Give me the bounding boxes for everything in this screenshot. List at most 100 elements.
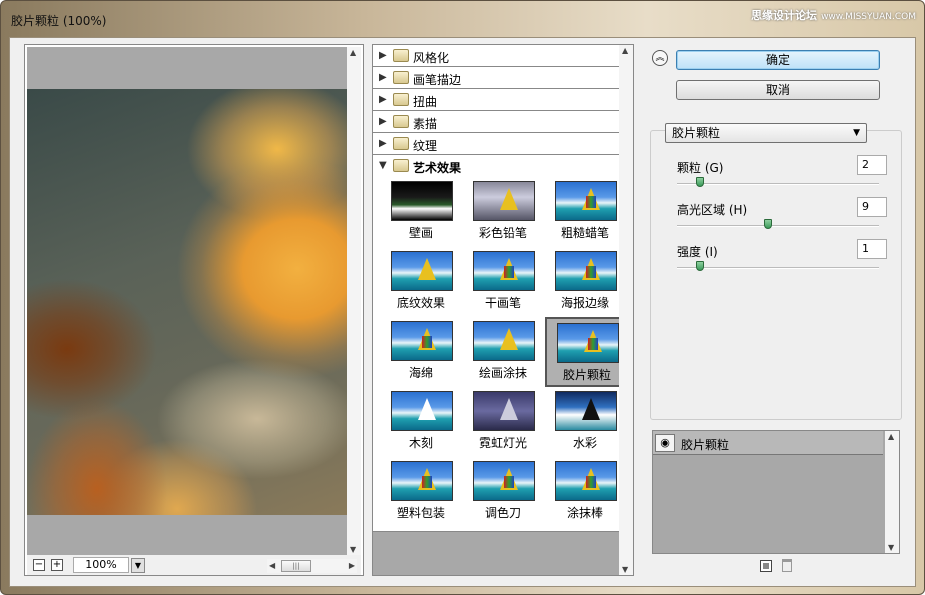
highlight-slider-handle[interactable] — [764, 219, 772, 229]
preview-pane: ▲ ▼ − + 100% ▼ ◀ ||| ▶ — [24, 44, 364, 576]
effect-layer-row[interactable]: ◉ 胶片颗粒 — [653, 431, 883, 455]
filter-colored-pencil[interactable]: 彩色铅笔 — [463, 177, 543, 247]
eye-icon[interactable]: ◉ — [655, 434, 675, 452]
watermark: 思缘设计论坛 www.MISSYUAN.COM — [751, 7, 916, 23]
category-stylize[interactable]: ▶ 风格化 — [373, 45, 633, 67]
settings-panel: ︽ 确定 取消 胶片颗粒 ▼ 颗粒 (G) 2 高光区域 (H) 9 强度 (I… — [642, 44, 912, 584]
chevron-down-icon: ▼ — [853, 128, 860, 138]
category-label: 纹理 — [413, 139, 438, 153]
scroll-down-arrow-icon[interactable]: ▼ — [350, 545, 356, 554]
preview-vertical-scrollbar[interactable]: ▲ ▼ — [347, 47, 361, 555]
scroll-down-arrow-icon[interactable]: ▼ — [622, 565, 628, 574]
filter-settings-group: 胶片颗粒 ▼ 颗粒 (G) 2 高光区域 (H) 9 强度 (I) 1 — [650, 123, 902, 420]
zoom-bar: − + 100% ▼ ◀ ||| ▶ — [27, 555, 361, 575]
zoom-in-button[interactable]: + — [51, 559, 63, 571]
expand-arrow-icon[interactable]: ▶ — [379, 72, 387, 83]
collapse-gallery-icon[interactable]: ︽ — [652, 50, 668, 66]
filter-watercolor[interactable]: 水彩 — [545, 387, 625, 457]
category-texture[interactable]: ▶ 纹理 — [373, 133, 633, 155]
zoom-level-field[interactable]: 100% — [73, 557, 129, 573]
filter-label: 木刻 — [408, 436, 433, 450]
scroll-right-arrow-icon[interactable]: ▶ — [349, 561, 355, 570]
filter-label: 粗糙蜡笔 — [560, 226, 609, 240]
window-title: 胶片颗粒 (100%) — [11, 14, 107, 28]
filter-paint-daubs[interactable]: 绘画涂抹 — [463, 317, 543, 387]
filter-cutout[interactable]: 木刻 — [381, 387, 461, 457]
filter-thumbnail — [391, 181, 453, 221]
folder-icon — [393, 71, 409, 84]
category-label: 扭曲 — [413, 95, 438, 109]
preview-canvas[interactable] — [27, 47, 347, 555]
scroll-thumb[interactable]: ||| — [281, 560, 311, 572]
filter-smudge-stick[interactable]: 涂抹棒 — [545, 457, 625, 527]
param-label: 强度 (I) — [677, 245, 718, 259]
new-effect-layer-icon[interactable] — [760, 560, 772, 572]
filter-label: 干画笔 — [484, 296, 521, 310]
scroll-down-arrow-icon[interactable]: ▼ — [888, 543, 894, 552]
filter-thumbnail — [473, 181, 535, 221]
filter-underpainting[interactable]: 底纹效果 — [381, 247, 461, 317]
intensity-slider-handle[interactable] — [696, 261, 704, 271]
zoom-dropdown-icon[interactable]: ▼ — [131, 558, 145, 573]
category-sketch[interactable]: ▶ 素描 — [373, 111, 633, 133]
filter-thumbnail — [555, 181, 617, 221]
expand-arrow-icon[interactable]: ▶ — [379, 138, 387, 149]
filter-label: 底纹效果 — [396, 296, 445, 310]
category-distort[interactable]: ▶ 扭曲 — [373, 89, 633, 111]
scroll-left-arrow-icon[interactable]: ◀ — [269, 561, 275, 570]
filter-list-scrollbar[interactable]: ▲ ▼ — [619, 45, 633, 575]
filter-list-bottom-area — [373, 531, 619, 575]
filter-thumbnail — [473, 461, 535, 501]
watermark-text: 思缘设计论坛 — [751, 9, 818, 22]
filter-label: 壁画 — [408, 226, 433, 240]
cancel-button[interactable]: 取消 — [676, 80, 880, 100]
highlight-slider-track[interactable] — [677, 225, 879, 227]
filter-thumbnail — [557, 323, 619, 363]
filter-label: 彩色铅笔 — [478, 226, 527, 240]
expand-arrow-icon[interactable]: ▶ — [379, 116, 387, 127]
intensity-slider-track[interactable] — [677, 267, 879, 269]
collapse-arrow-icon[interactable]: ▼ — [379, 160, 387, 171]
scroll-up-arrow-icon[interactable]: ▲ — [622, 46, 628, 55]
dialog-body: ▲ ▼ − + 100% ▼ ◀ ||| ▶ ▶ 风格化 ▶ 画笔描边 ▶ 扭曲… — [9, 37, 916, 587]
grain-slider-track[interactable] — [677, 183, 879, 185]
grain-value-field[interactable]: 2 — [857, 155, 887, 175]
filter-dry-brush[interactable]: 干画笔 — [463, 247, 543, 317]
category-label: 画笔描边 — [413, 73, 462, 87]
ok-button[interactable]: 确定 — [676, 50, 880, 70]
highlight-value-field[interactable]: 9 — [857, 197, 887, 217]
effect-layers-panel: ◉ 胶片颗粒 ▲ ▼ — [652, 430, 900, 554]
filter-select[interactable]: 胶片颗粒 ▼ — [665, 123, 867, 143]
param-grain: 颗粒 (G) 2 — [677, 155, 887, 195]
preview-horizontal-scrollbar[interactable]: ◀ ||| ▶ — [267, 559, 357, 573]
filter-thumbnail — [473, 391, 535, 431]
layers-scrollbar[interactable]: ▲ ▼ — [885, 431, 899, 553]
filter-poster-edges[interactable]: 海报边缘 — [545, 247, 625, 317]
filter-palette-knife[interactable]: 调色刀 — [463, 457, 543, 527]
scroll-up-arrow-icon[interactable]: ▲ — [350, 48, 356, 57]
filter-plastic-wrap[interactable]: 塑料包装 — [381, 457, 461, 527]
expand-arrow-icon[interactable]: ▶ — [379, 50, 387, 61]
scroll-up-arrow-icon[interactable]: ▲ — [888, 432, 894, 441]
filter-thumbnail — [391, 321, 453, 361]
filter-film-grain[interactable]: 胶片颗粒 — [545, 317, 625, 387]
intensity-value-field[interactable]: 1 — [857, 239, 887, 259]
trash-icon[interactable] — [782, 559, 792, 572]
filter-list: ▶ 风格化 ▶ 画笔描边 ▶ 扭曲 ▶ 素描 ▶ 纹理 ▼ 艺术效果 壁画 彩色… — [372, 44, 634, 576]
zoom-out-button[interactable]: − — [33, 559, 45, 571]
grain-slider-handle[interactable] — [696, 177, 704, 187]
filter-thumbnail — [555, 391, 617, 431]
param-label: 高光区域 (H) — [677, 203, 748, 217]
category-brush-strokes[interactable]: ▶ 画笔描边 — [373, 67, 633, 89]
filter-neon-glow[interactable]: 霓虹灯光 — [463, 387, 543, 457]
preview-image[interactable] — [27, 89, 347, 515]
category-label: 风格化 — [413, 51, 450, 65]
category-artistic[interactable]: ▼ 艺术效果 — [373, 155, 633, 177]
filter-thumbnail — [555, 461, 617, 501]
filter-label: 水彩 — [572, 436, 597, 450]
category-label: 艺术效果 — [413, 161, 462, 175]
filter-rough-pastels[interactable]: 粗糙蜡笔 — [545, 177, 625, 247]
filter-fresco[interactable]: 壁画 — [381, 177, 461, 247]
filter-sponge[interactable]: 海绵 — [381, 317, 461, 387]
expand-arrow-icon[interactable]: ▶ — [379, 94, 387, 105]
